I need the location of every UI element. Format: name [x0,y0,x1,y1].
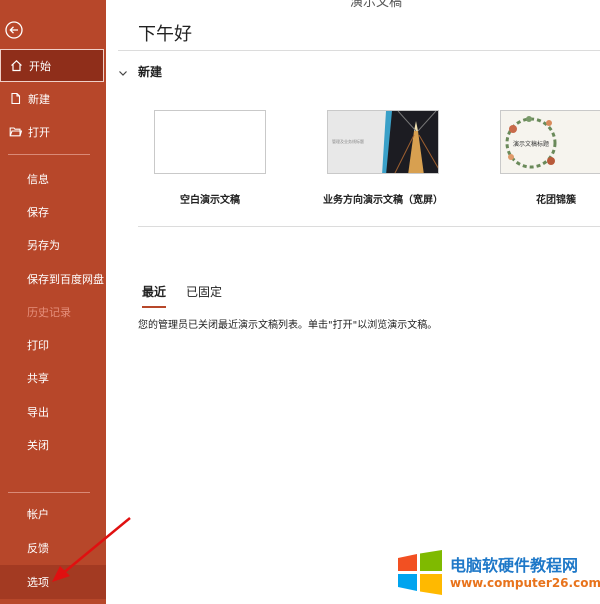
templates-divider [138,226,600,227]
backstage-sidebar: 开始 新建 打开 信息 保存 另存为 保存到百度网盘 历史记录 打印 共享 导出… [0,0,106,604]
template-blank[interactable]: 空白演示文稿 [154,110,266,206]
tab-pinned[interactable]: 已固定 [186,283,222,308]
sidebar-divider [8,154,90,155]
open-folder-icon [8,125,22,139]
nav-item-label: 另存为 [27,239,60,253]
template-thumb-text: 管理及业务线标题 [332,139,364,144]
new-section-header[interactable]: 新建 [118,63,162,80]
window-title: 演示文稿 [350,0,403,10]
nav-middle-group: 信息 保存 另存为 保存到百度网盘 历史记录 打印 共享 导出 关闭 [0,162,106,462]
nav-item-label: 导出 [27,405,49,419]
nav-item-print[interactable]: 打印 [0,328,106,361]
nav-item-label: 选项 [27,576,49,589]
windows-logo-icon [396,548,444,596]
template-thumbnail: 演示文稿标题 [500,110,600,174]
nav-top-group: 开始 新建 打开 [0,49,106,148]
nav-item-label: 保存到百度网盘 [27,272,104,286]
nav-item-label: 历史记录 [27,305,71,319]
nav-item-options[interactable]: 选项 [0,565,106,599]
nav-item-info[interactable]: 信息 [0,162,106,195]
watermark: 电脑软硬件教程网 www.computer26.com [396,548,600,598]
nav-item-label: 开始 [29,59,51,73]
new-doc-icon [8,92,22,106]
nav-item-new[interactable]: 新建 [0,82,106,115]
nav-item-save[interactable]: 保存 [0,195,106,228]
nav-item-label: 帐户 [27,508,49,521]
template-business[interactable]: 管理及业务线标题 业务方向演示文稿（宽屏） [323,110,443,206]
home-icon [9,59,23,73]
nav-item-export[interactable]: 导出 [0,395,106,428]
nav-item-label: 打印 [27,339,49,353]
nav-item-label: 关闭 [27,439,49,453]
nav-item-label: 新建 [28,92,50,106]
tab-recent[interactable]: 最近 [142,283,167,308]
nav-item-label: 反馈 [27,542,49,555]
nav-bottom-group: 帐户 反馈 选项 [0,497,106,599]
nav-item-account[interactable]: 帐户 [0,497,106,531]
template-thumbnail [154,110,266,174]
new-section-label: 新建 [138,65,163,79]
nav-item-feedback[interactable]: 反馈 [0,531,106,565]
page-title: 下午好 [138,24,192,45]
nav-item-open[interactable]: 打开 [0,115,106,148]
watermark-url: www.computer26.com [450,576,600,590]
nav-item-label: 共享 [27,372,49,386]
template-label: 花团锦簇 [536,195,576,206]
nav-item-home[interactable]: 开始 [0,49,104,82]
recent-tabs: 最近 已固定 [142,283,242,308]
nav-item-close[interactable]: 关闭 [0,428,106,461]
sidebar-divider [8,492,90,493]
recent-disabled-notice: 您的管理员已关闭最近演示文稿列表。单击"打开"以浏览演示文稿。 [138,320,438,331]
watermark-title: 电脑软硬件教程网 [450,556,579,575]
template-label: 空白演示文稿 [180,195,240,206]
template-thumbnail: 管理及业务线标题 [327,110,439,174]
nav-item-save-as[interactable]: 另存为 [0,229,106,262]
template-thumb-text: 演示文稿标题 [513,141,550,148]
nav-item-share[interactable]: 共享 [0,362,106,395]
nav-item-label: 打开 [28,125,50,139]
nav-item-history: 历史记录 [0,295,106,328]
nav-item-save-to-baidu[interactable]: 保存到百度网盘 [0,262,106,295]
nav-item-label: 保存 [27,205,49,219]
back-arrow-icon[interactable] [4,20,24,40]
nav-item-label: 信息 [27,172,49,186]
template-label: 业务方向演示文稿（宽屏） [323,195,443,206]
template-floral[interactable]: 演示文稿标题 花团锦簇 [500,110,600,206]
header-divider [118,50,600,51]
chevron-down-icon [118,67,128,77]
